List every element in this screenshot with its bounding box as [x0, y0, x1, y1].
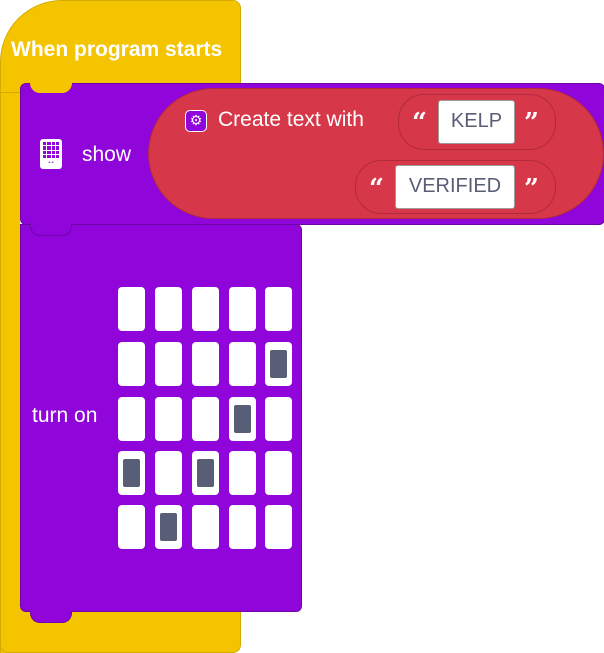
text-field-1[interactable]: KELP	[438, 100, 515, 144]
led-cell[interactable]	[229, 397, 256, 441]
led-cell[interactable]	[118, 397, 145, 441]
create-text-label: Create text with	[218, 108, 364, 131]
close-quote-icon: ”	[524, 174, 539, 204]
led-cell[interactable]	[192, 287, 219, 331]
led-on-indicator	[197, 459, 214, 487]
gear-icon[interactable]: ⚙	[185, 110, 207, 132]
hat-block-spine	[0, 60, 20, 653]
led-cell[interactable]	[155, 287, 182, 331]
led-matrix	[118, 287, 292, 549]
show-label: show	[82, 143, 132, 166]
led-cell[interactable]	[155, 397, 182, 441]
led-cell[interactable]	[265, 451, 292, 495]
led-cell[interactable]	[192, 397, 219, 441]
led-cell[interactable]	[229, 451, 256, 495]
led-cell[interactable]	[155, 342, 182, 386]
led-on-indicator	[270, 350, 287, 378]
led-cell[interactable]	[265, 287, 292, 331]
led-cell[interactable]	[192, 505, 219, 549]
block-notch	[30, 83, 72, 93]
led-cell[interactable]	[229, 505, 256, 549]
led-cell[interactable]	[118, 287, 145, 331]
led-cell[interactable]	[192, 342, 219, 386]
led-cell[interactable]	[118, 451, 145, 495]
led-on-indicator	[234, 405, 251, 433]
led-cell[interactable]	[229, 342, 256, 386]
led-cell[interactable]	[155, 451, 182, 495]
led-on-indicator	[123, 459, 140, 487]
led-cell[interactable]	[265, 397, 292, 441]
text-field-2[interactable]: VERIFIED	[395, 165, 515, 209]
open-quote-icon: “	[369, 174, 384, 204]
hat-block-title: When program starts	[11, 38, 223, 61]
led-cell[interactable]	[118, 505, 145, 549]
microbit-device-icon: •◦•	[40, 139, 62, 169]
led-cell[interactable]	[265, 342, 292, 386]
open-quote-icon: “	[412, 108, 427, 138]
led-cell[interactable]	[155, 505, 182, 549]
block-notch-bottom	[30, 611, 72, 623]
led-cell[interactable]	[265, 505, 292, 549]
block-notch	[30, 224, 72, 236]
led-cell[interactable]	[229, 287, 256, 331]
led-cell[interactable]	[118, 342, 145, 386]
turn-on-label: turn on	[32, 404, 98, 427]
close-quote-icon: ”	[524, 108, 539, 138]
led-cell[interactable]	[192, 451, 219, 495]
led-on-indicator	[160, 513, 177, 541]
